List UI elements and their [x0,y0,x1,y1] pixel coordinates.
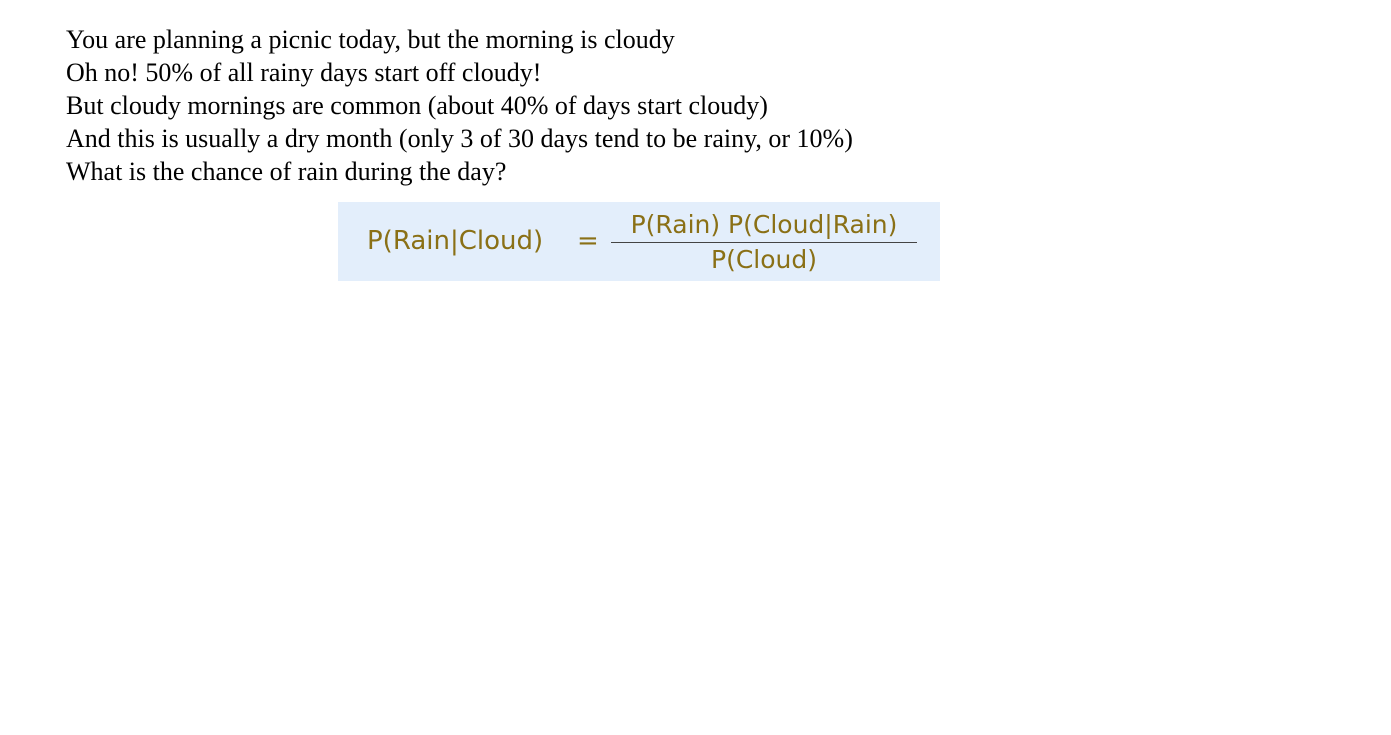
page: { "problem": { "lines": [ "You are plann… [0,0,1391,735]
problem-statement: You are planning a picnic today, but the… [66,23,853,188]
formula-left-side: P(Rain|Cloud) [367,226,544,256]
problem-line-1: You are planning a picnic today, but the… [66,25,675,54]
bayes-formula-box: P(Rain|Cloud) = P(Rain) P(Cloud|Rain) P(… [338,202,940,281]
problem-line-2: Oh no! 50% of all rainy days start off c… [66,58,542,87]
formula-equals-sign: = [577,226,599,256]
problem-line-4: And this is usually a dry month (only 3 … [66,124,853,153]
formula-fraction: P(Rain) P(Cloud|Rain) P(Cloud) [611,210,917,275]
formula-numerator: P(Rain) P(Cloud|Rain) [630,210,898,239]
problem-line-3: But cloudy mornings are common (about 40… [66,91,768,120]
formula-denominator: P(Cloud) [711,245,817,274]
fraction-bar [611,242,917,243]
problem-line-5: What is the chance of rain during the da… [66,157,507,186]
